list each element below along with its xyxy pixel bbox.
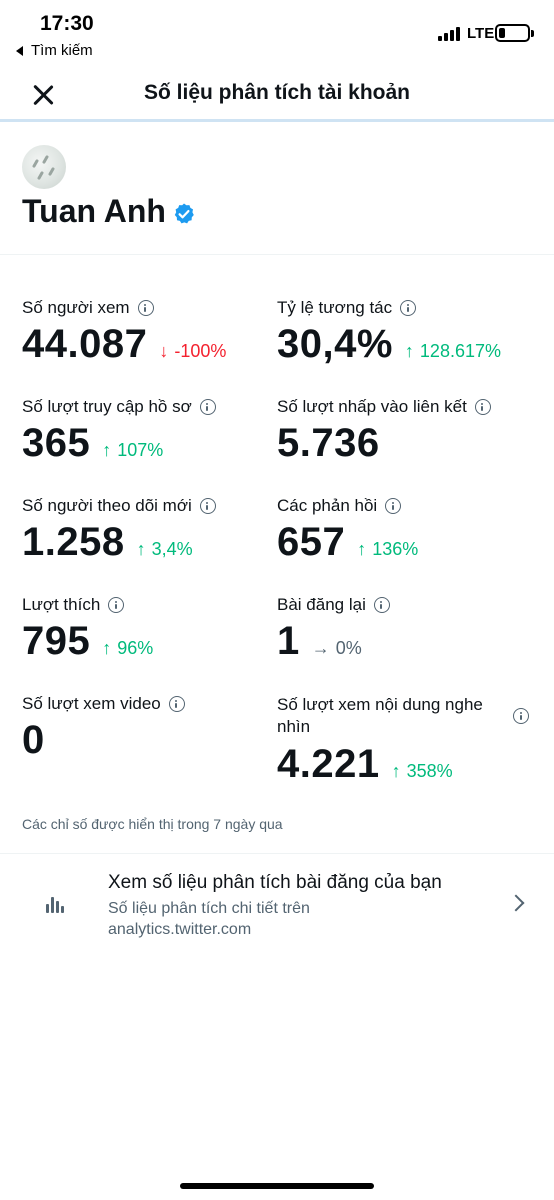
metric-value: 5.736 [277, 421, 380, 465]
analytics-link-title: Xem số liệu phân tích bài đăng của bạn [108, 872, 442, 893]
back-link-label: Tìm kiếm [31, 42, 93, 59]
top-bar: Số liệu phân tích tài khoản [0, 64, 554, 122]
metric-value: 30,4% [277, 322, 393, 366]
profile-section: Tuan Anh [0, 125, 554, 255]
arrow-down-icon: ↓ [159, 341, 169, 361]
metric-engagement-rate: Tỷ lệ tương tác 30,4% ↑ 128.617% [277, 298, 501, 367]
metric-change: ↑ 3,4% [136, 539, 193, 559]
metric-label: Lượt thích [22, 595, 101, 614]
metric-label: Số lượt xem video [22, 694, 161, 713]
info-icon[interactable] [199, 498, 216, 514]
metric-change: → 0% [311, 638, 362, 658]
metric-label: Bài đăng lại [277, 595, 366, 614]
metric-label: Các phản hồi [277, 496, 378, 515]
arrow-up-icon: ↑ [136, 539, 146, 559]
metric-value: 0 [22, 718, 45, 762]
info-icon[interactable] [199, 399, 216, 415]
back-to-search-link[interactable]: Tìm kiếm [16, 42, 93, 59]
profile-name: Tuan Anh [22, 193, 166, 229]
metric-link-clicks: Số lượt nhấp vào liên kết 5.736 [277, 397, 491, 466]
arrow-up-icon: ↑ [391, 761, 401, 781]
metric-change: ↑ 358% [391, 761, 453, 781]
metric-label: Số lượt truy cập hồ sơ [22, 397, 192, 416]
metric-reposts: Bài đăng lại 1 → 0% [277, 595, 390, 664]
status-bar: 17:30 Tìm kiếm LTE [0, 0, 554, 64]
status-time: 17:30 [40, 12, 94, 35]
page-title: Số liệu phân tích tài khoản [143, 81, 411, 104]
metric-value: 44.087 [22, 322, 148, 366]
info-icon[interactable] [373, 597, 390, 613]
metric-label: Số lượt nhấp vào liên kết [277, 397, 467, 416]
metric-value: 4.221 [277, 742, 380, 786]
metric-change: ↓ -100% [159, 341, 227, 361]
metric-change: ↑ 128.617% [404, 341, 501, 361]
info-icon[interactable] [137, 300, 154, 316]
metric-change: ↑ 136% [357, 539, 419, 559]
analytics-link-subtitle: Số liệu phân tích chi tiết trên analytic… [108, 900, 310, 938]
metric-value: 365 [22, 421, 91, 465]
info-icon[interactable] [385, 498, 402, 514]
metric-value: 1 [277, 619, 300, 663]
post-analytics-link[interactable]: Xem số liệu phân tích bài đăng của bạn S… [0, 866, 554, 946]
arrow-right-icon: → [311, 638, 330, 658]
home-indicator[interactable] [180, 1183, 374, 1189]
arrow-up-icon: ↑ [404, 341, 414, 361]
battery-icon [495, 24, 534, 42]
arrow-up-icon: ↑ [357, 539, 367, 559]
profile-name-row: Tuan Anh [22, 193, 196, 230]
metric-change: ↑ 96% [102, 638, 154, 658]
arrow-up-icon: ↑ [102, 440, 112, 460]
info-icon[interactable] [513, 708, 529, 724]
metric-label: Số lượt xem nội dung nghe nhìn [277, 695, 483, 736]
metric-value: 795 [22, 619, 91, 663]
metric-new-followers: Số người theo dõi mới 1.258 ↑ 3,4% [22, 496, 216, 565]
info-icon[interactable] [400, 300, 417, 316]
back-arrow-icon [16, 45, 23, 56]
chevron-right-icon [507, 894, 525, 912]
metric-replies: Các phản hồi 657 ↑ 136% [277, 496, 418, 565]
metric-likes: Lượt thích 795 ↑ 96% [22, 595, 153, 664]
info-icon[interactable] [168, 696, 185, 712]
metric-profile-visits: Số lượt truy cập hồ sơ 365 ↑ 107% [22, 397, 216, 466]
metric-viewers: Số người xem 44.087 ↓ -100% [22, 298, 226, 367]
info-icon[interactable] [474, 399, 491, 415]
metric-video-views: Số lượt xem video 0 [22, 694, 185, 763]
metrics-period-note: Các chỉ số được hiển thị trong 7 ngày qu… [22, 816, 283, 832]
info-icon[interactable] [108, 597, 125, 613]
signal-icon [438, 27, 460, 41]
metric-label: Số người theo dõi mới [22, 496, 192, 515]
metric-label: Tỷ lệ tương tác [277, 298, 393, 317]
metric-media-views: Số lượt xem nội dung nghe nhìn 4.221 ↑ 35… [277, 694, 537, 787]
metric-value: 1.258 [22, 520, 125, 564]
verified-badge-icon [174, 203, 194, 223]
network-type: LTE [467, 25, 495, 42]
avatar[interactable] [22, 145, 66, 189]
metric-change: ↑ 107% [102, 440, 164, 460]
metric-value: 657 [277, 520, 346, 564]
divider [0, 853, 554, 854]
metric-label: Số người xem [22, 298, 130, 317]
arrow-up-icon: ↑ [102, 638, 112, 658]
bar-chart-icon [46, 895, 66, 913]
